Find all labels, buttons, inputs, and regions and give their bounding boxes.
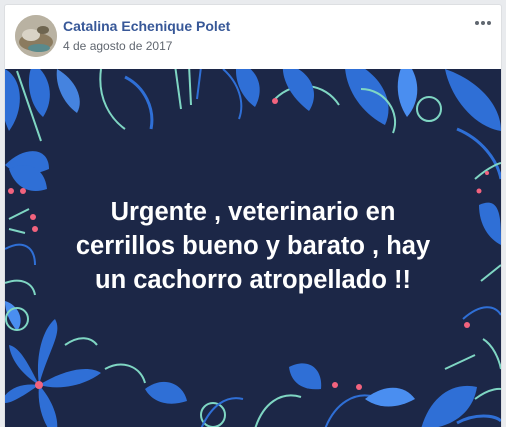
avatar[interactable] [15,15,57,57]
facebook-post: Catalina Echenique Polet 4 de agosto de … [4,4,502,427]
author-name[interactable]: Catalina Echenique Polet [63,18,230,34]
post-timestamp[interactable]: 4 de agosto de 2017 [63,39,172,53]
post-message: Urgente , veterinario en cerrillos bueno… [75,198,431,294]
post-header: Catalina Echenique Polet 4 de agosto de … [5,5,501,68]
post-background-banner: Urgente , veterinario en cerrillos bueno… [5,69,501,427]
more-options-icon[interactable] [473,15,493,31]
